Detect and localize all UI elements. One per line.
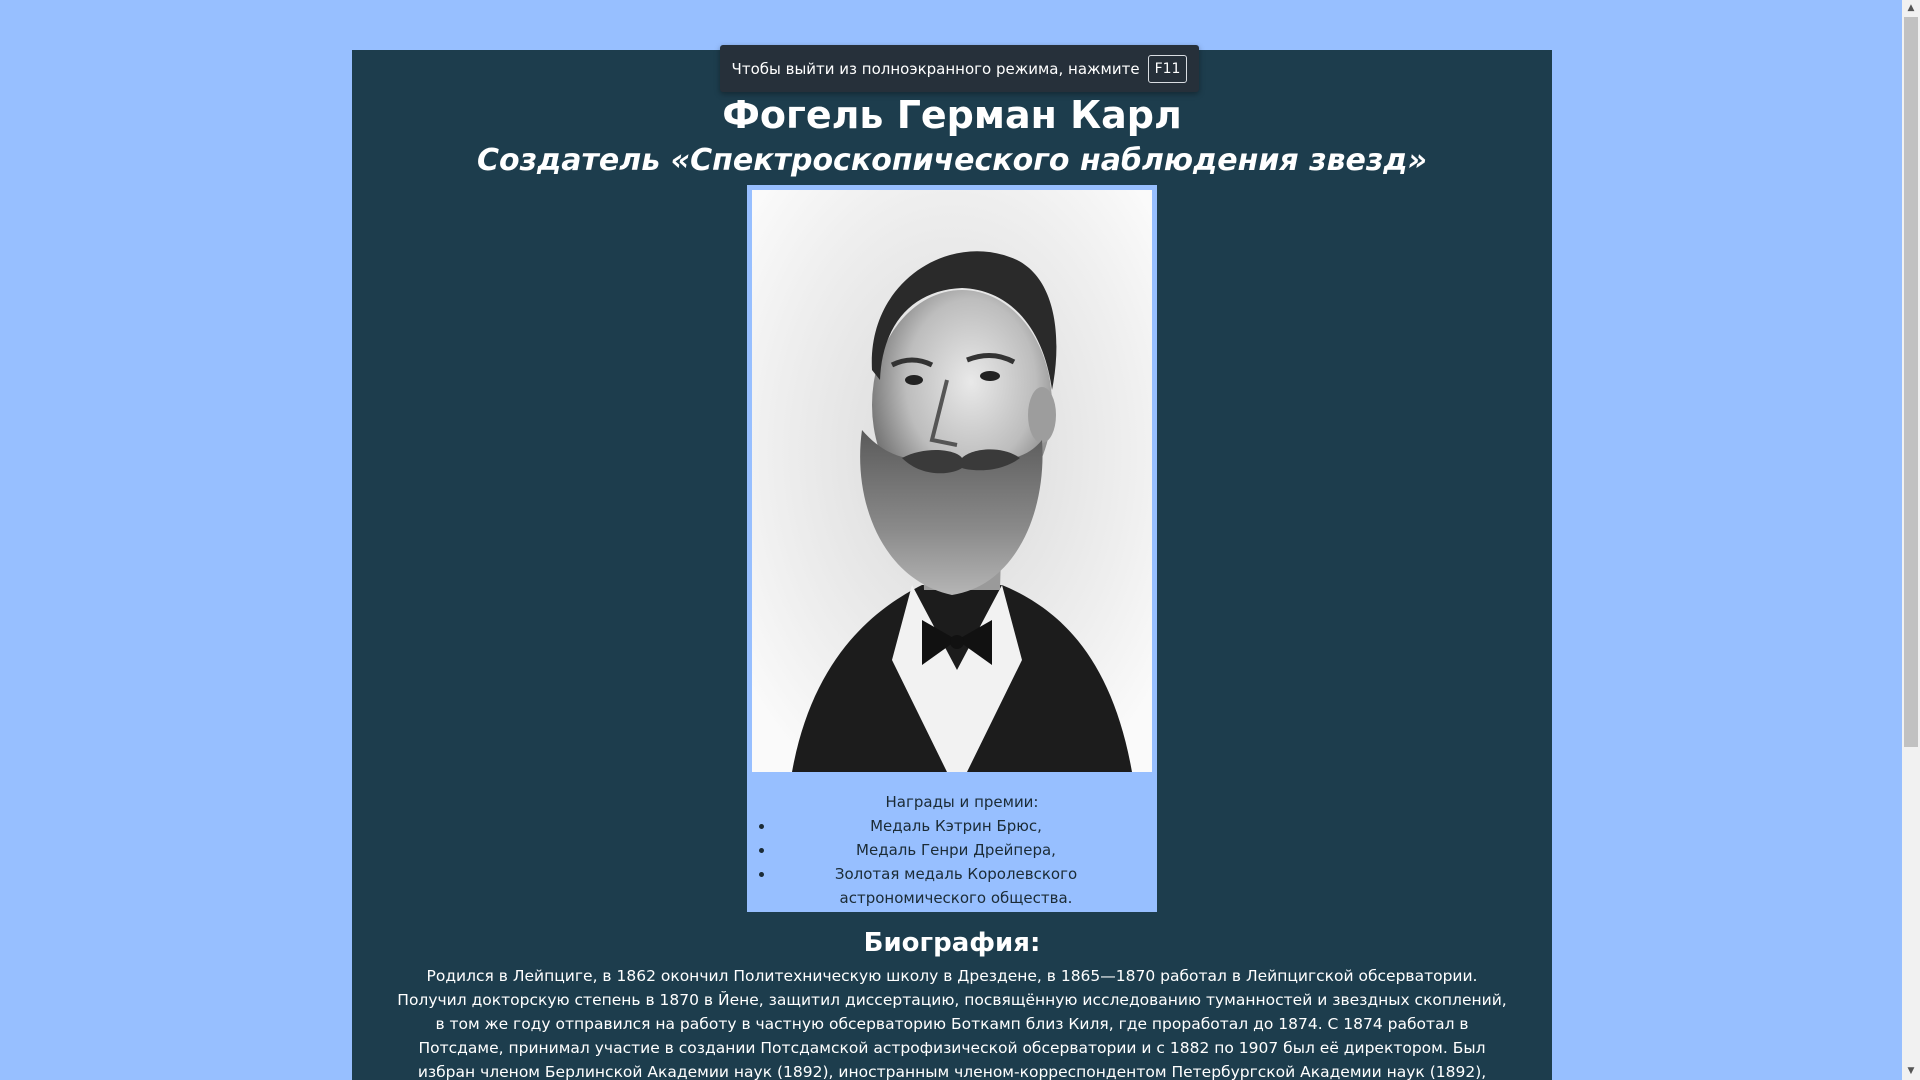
page-title: Фогель Герман Карл bbox=[722, 93, 1182, 137]
portrait-card: Награды и премии: Медаль Кэтрин Брюс, Ме… bbox=[747, 185, 1157, 912]
biography-heading: Биография: bbox=[863, 928, 1041, 958]
award-item: Золотая медаль Королевского астрономичес… bbox=[775, 862, 1157, 910]
awards-section: Награды и премии: Медаль Кэтрин Брюс, Ме… bbox=[747, 790, 1157, 910]
f11-key-badge: F11 bbox=[1147, 54, 1188, 83]
fullscreen-notice-text: Чтобы выйти из полноэкранного режима, на… bbox=[731, 59, 1140, 78]
biography-text: Родился в Лейпциге, в 1862 окончил Полит… bbox=[397, 967, 1507, 1080]
fullscreen-exit-notice: Чтобы выйти из полноэкранного режима, на… bbox=[720, 45, 1199, 92]
scroll-down-icon[interactable]: ▼ bbox=[1902, 1063, 1920, 1080]
award-item: Медаль Кэтрин Брюс, bbox=[775, 814, 1157, 838]
portrait-image bbox=[752, 190, 1152, 772]
page-subtitle: Создатель «Спектроскопического наблюдени… bbox=[476, 143, 1427, 178]
award-item: Медаль Генри Дрейпера, bbox=[775, 838, 1157, 862]
portrait-illustration bbox=[752, 190, 1152, 772]
vertical-scrollbar[interactable]: ▲ ▼ bbox=[1902, 0, 1920, 1080]
awards-list: Медаль Кэтрин Брюс, Медаль Генри Дрейпер… bbox=[747, 814, 1157, 910]
scrollbar-thumb[interactable] bbox=[1904, 17, 1918, 747]
scroll-up-icon[interactable]: ▲ bbox=[1902, 0, 1920, 17]
main-content-panel: Фогель Герман Карл Создатель «Спектроско… bbox=[352, 50, 1552, 1080]
awards-title: Награды и премии: bbox=[885, 793, 1039, 811]
